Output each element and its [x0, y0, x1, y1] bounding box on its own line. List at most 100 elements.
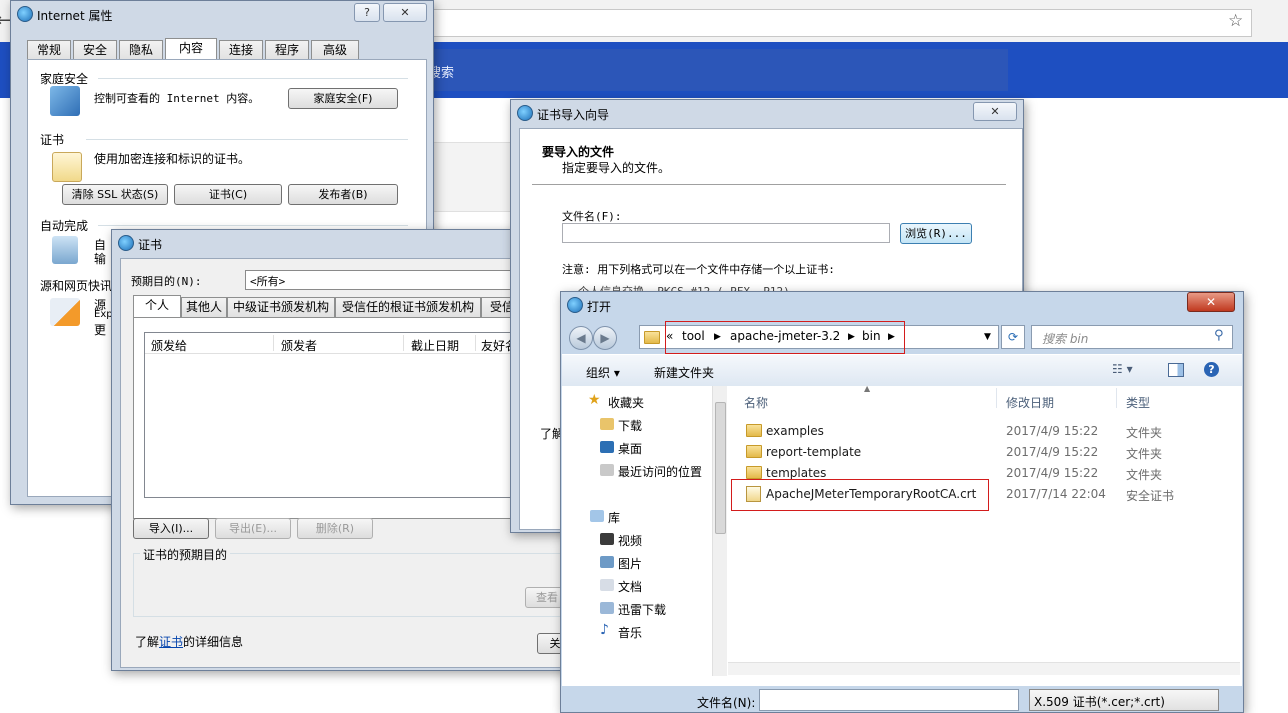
cert-list[interactable]: 颁发给 颁发者 截止日期 友好名 [144, 332, 566, 498]
nav-library[interactable]: 库 [608, 509, 620, 526]
purposes-group-label: 证书的预期目的 [140, 546, 231, 563]
internet-options-icon [17, 6, 33, 22]
search-icon: ⚲ [1214, 328, 1224, 343]
downloads-icon [600, 418, 614, 430]
open-file-window: 打开 ✕ ◀ ▶ « tool ▶ apache-jmeter-3.2 ▶ bi… [560, 291, 1244, 713]
certificates-window-icon [118, 235, 134, 251]
nav-favorites[interactable]: 收藏夹 [608, 394, 644, 411]
cert-list-header: 颁发给 颁发者 截止日期 友好名 [145, 333, 565, 354]
tab-programs[interactable]: 程序 [265, 40, 309, 60]
file-row-type: 文件夹 [1126, 426, 1163, 440]
close-button[interactable]: ✕ [1187, 292, 1235, 312]
filename-label: 文件名(F): [562, 210, 622, 223]
family-safety-desc: 控制可查看的 Internet 内容。 [94, 92, 260, 105]
file-list[interactable]: 名称 ▲ 修改日期 类型 examples 2017/4/9 15:22 文件夹… [728, 384, 1242, 676]
window-title: Internet 属性 [37, 9, 113, 23]
tab-connections[interactable]: 连接 [219, 40, 263, 60]
window-title: 证书导入向导 [537, 108, 610, 122]
tab-trusted-root-ca[interactable]: 受信任的根证书颁发机构 [335, 297, 481, 317]
col-issued-to[interactable]: 颁发给 [151, 337, 187, 354]
file-row-name[interactable]: report-template [766, 445, 861, 459]
nav-downloads[interactable]: 下载 [618, 417, 642, 434]
family-safety-button[interactable]: 家庭安全(F) [288, 88, 398, 109]
tab-personal[interactable]: 个人 [133, 295, 181, 317]
address-dropdown-icon[interactable]: ▼ [984, 332, 991, 342]
file-type-filter[interactable]: X.509 证书(*.cer;*.crt) [1029, 689, 1219, 711]
file-row-date: 2017/4/9 15:22 [1006, 466, 1099, 480]
autocomplete-group: 自动完成 [40, 219, 89, 233]
view-options-icon[interactable]: ☷ ▾ [1112, 362, 1133, 376]
file-row-date: 2017/4/9 15:22 [1006, 424, 1099, 438]
tab-general[interactable]: 常规 [27, 40, 71, 60]
tab-security[interactable]: 安全 [73, 40, 117, 60]
videos-icon [600, 533, 614, 545]
organize-menu[interactable]: 组织 ▾ [586, 364, 620, 381]
file-row-type: 安全证书 [1126, 489, 1175, 503]
thunder-downloads-icon [600, 602, 614, 614]
nav-documents[interactable]: 文档 [618, 578, 642, 595]
search-placeholder: 搜索 bin [1042, 332, 1089, 346]
import-button[interactable]: 导入(I)... [133, 518, 209, 539]
nav-recent[interactable]: 最近访问的位置 [618, 463, 702, 480]
window-title: 打开 [587, 300, 612, 314]
address-bar[interactable] [420, 9, 1252, 37]
search-input[interactable]: 搜索 bin ⚲ [1031, 325, 1233, 349]
preview-pane-icon[interactable] [1168, 363, 1184, 377]
clear-ssl-button[interactable]: 清除 SSL 状态(S) [62, 184, 168, 205]
certificates-window: 证书 预期目的(N): <所有> 个人 其他人 中级证书颁发机构 受信任的根证书… [111, 229, 575, 671]
tab-privacy[interactable]: 隐私 [119, 40, 163, 60]
music-icon: ♪ [600, 622, 609, 638]
navigation-scrollbar[interactable] [712, 386, 727, 676]
forward-button[interactable]: ▶ [593, 326, 617, 350]
col-issued-by[interactable]: 颁发者 [281, 337, 317, 354]
rss-feed-icon [50, 298, 80, 326]
certificates-group: 证书 [40, 133, 65, 147]
autocomplete-icon [52, 236, 78, 264]
help-icon[interactable]: ? [1204, 362, 1219, 377]
tab-intermediate-ca[interactable]: 中级证书颁发机构 [227, 297, 335, 317]
desktop-icon [600, 441, 614, 453]
help-button[interactable]: ? [354, 3, 380, 22]
tab-advanced[interactable]: 高级 [311, 40, 359, 60]
file-row-name[interactable]: templates [766, 466, 826, 480]
nav-thunder[interactable]: 迅雷下载 [618, 601, 666, 618]
filename-input[interactable] [759, 689, 1019, 711]
col-type[interactable]: 类型 [1126, 394, 1150, 411]
horizontal-scrollbar[interactable] [728, 662, 1240, 675]
certificates-client: 预期目的(N): <所有> 个人 其他人 中级证书颁发机构 受信任的根证书颁发机… [120, 258, 574, 668]
close-button[interactable]: ✕ [973, 102, 1017, 121]
file-row-name[interactable]: examples [766, 424, 824, 438]
certificates-button[interactable]: 证书(C) [174, 184, 282, 205]
autocomplete-desc-2: 输 [94, 252, 107, 266]
close-button[interactable]: ✕ [383, 3, 427, 22]
family-safety-group: 家庭安全 [40, 72, 89, 86]
col-name[interactable]: 名称 [744, 394, 768, 411]
search-banner: 搜索 [420, 49, 1008, 91]
command-bar: 组织 ▾ 新建文件夹 ☷ ▾ ? [562, 354, 1242, 387]
browse-button[interactable]: 浏览(R)... [900, 223, 972, 244]
file-row-type: 文件夹 [1126, 468, 1163, 482]
nav-music[interactable]: 音乐 [618, 624, 642, 641]
remove-button[interactable]: 删除(R) [297, 518, 373, 539]
col-expiration[interactable]: 截止日期 [411, 337, 459, 354]
nav-pictures[interactable]: 图片 [618, 555, 642, 572]
filename-input[interactable] [562, 223, 890, 243]
page-panel [430, 142, 522, 212]
selected-file-highlight [731, 479, 989, 511]
refresh-button[interactable]: ⟳ [1001, 325, 1025, 349]
nav-videos[interactable]: 视频 [618, 532, 642, 549]
file-row-date: 2017/4/9 15:22 [1006, 445, 1099, 459]
tab-content[interactable]: 内容 [165, 38, 217, 60]
nav-desktop[interactable]: 桌面 [618, 440, 642, 457]
certificates-desc: 使用加密连接和标识的证书。 [94, 152, 251, 166]
col-modified[interactable]: 修改日期 [1006, 394, 1054, 411]
learn-more-link[interactable]: 证书 [159, 635, 183, 649]
export-button[interactable]: 导出(E)... [215, 518, 291, 539]
tab-other-people[interactable]: 其他人 [181, 297, 227, 317]
bookmark-star-icon[interactable]: ☆ [1228, 11, 1243, 31]
new-folder-button[interactable]: 新建文件夹 [654, 364, 714, 381]
back-button[interactable]: ◀ [569, 326, 593, 350]
learn-more: 了解证书的详细信息 [135, 635, 244, 649]
publishers-button[interactable]: 发布者(B) [288, 184, 398, 205]
recent-places-icon [600, 464, 614, 476]
